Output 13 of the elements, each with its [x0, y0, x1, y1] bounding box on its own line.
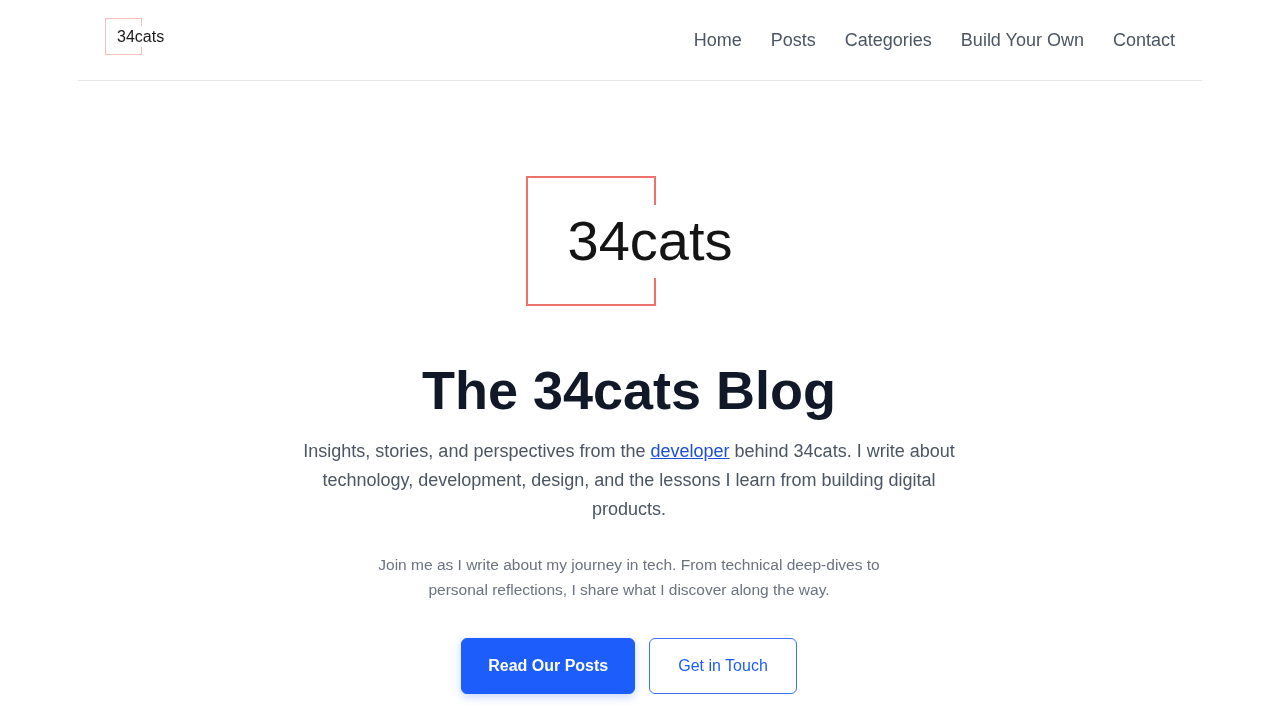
read-posts-button[interactable]: Read Our Posts — [461, 638, 636, 694]
intro-paragraph: Insights, stories, and perspectives from the developer behind 34cats. I write about technology, development, design, and the lessons I learn from building digital products. — [302, 440, 956, 521]
contact-button[interactable]: Get in Touch — [649, 638, 797, 694]
subtitle-paragraph: Join me as I write about my journey in tech. From technical deep-dives to personal reflections, I share what I discover along the way. — [377, 555, 881, 600]
nav-link[interactable]: Categories — [844, 26, 932, 54]
nav-link[interactable]: Posts — [770, 26, 816, 54]
developer-link[interactable]: developer — [650, 441, 730, 461]
nav-link[interactable]: Build Your Own — [960, 26, 1084, 54]
blog-title: The 34cats Blog — [421, 359, 837, 422]
nav-link[interactable]: Contact — [1112, 26, 1175, 54]
logo-text: 34cats — [567, 213, 733, 269]
nav-link[interactable]: Home — [693, 26, 742, 54]
brand-logo-link[interactable]: 34cats — [105, 18, 165, 55]
